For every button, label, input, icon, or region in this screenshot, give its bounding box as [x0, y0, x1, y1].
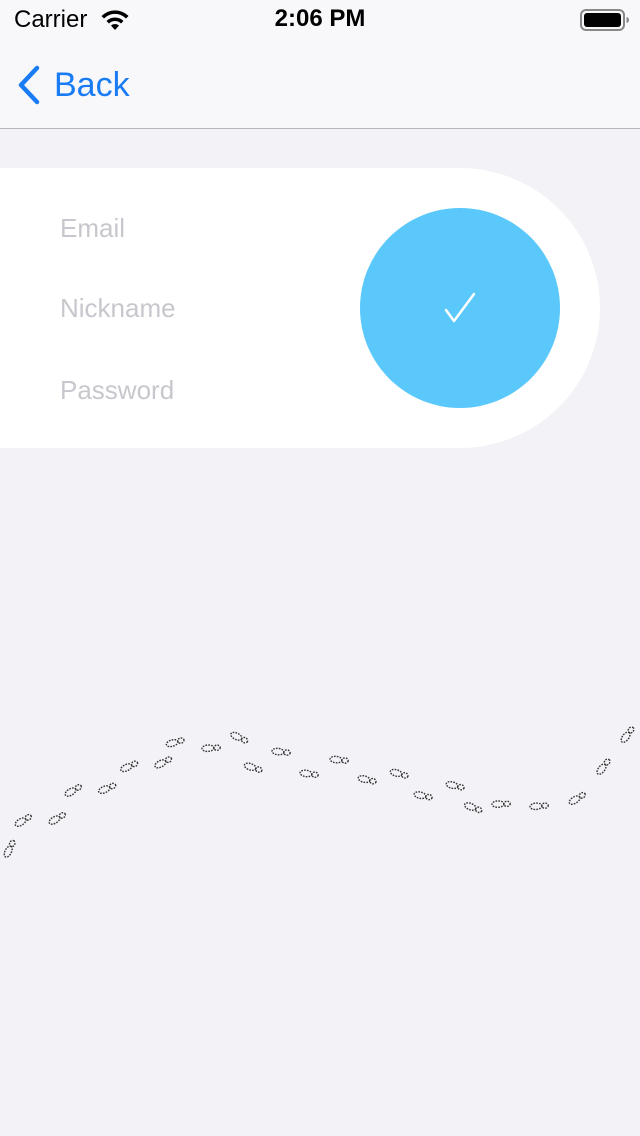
- signup-form-card: [0, 168, 600, 448]
- footprint: [596, 758, 611, 775]
- chevron-left-icon: [18, 65, 40, 105]
- status-time: 2:06 PM: [274, 5, 366, 32]
- footprint: [329, 755, 349, 764]
- footprint: [201, 744, 221, 753]
- password-field[interactable]: [60, 365, 340, 415]
- footprint: [463, 802, 483, 814]
- back-button-label: Back: [54, 65, 130, 104]
- footprint: [97, 782, 117, 795]
- footprint: [230, 731, 249, 744]
- email-field[interactable]: [60, 203, 340, 253]
- navigation-bar: Carrier 2:06 PM Back: [0, 0, 640, 129]
- footprint: [568, 791, 586, 806]
- footprint: [243, 762, 263, 773]
- footprint: [445, 780, 465, 791]
- back-button[interactable]: Back: [14, 60, 130, 110]
- footprint: [413, 791, 433, 801]
- footprint: [120, 760, 139, 773]
- footprint: [271, 747, 291, 756]
- footprint: [389, 768, 409, 779]
- footprint: [154, 756, 173, 769]
- footprint: [299, 769, 319, 778]
- footprint: [48, 811, 67, 825]
- footprint: [14, 813, 32, 828]
- footprints-trail-icon: [3, 726, 635, 858]
- nickname-field[interactable]: [60, 283, 340, 333]
- status-bar: Carrier 2:06 PM: [0, 0, 640, 40]
- footprint: [529, 802, 549, 811]
- footprint: [64, 783, 83, 797]
- submit-button[interactable]: [360, 208, 560, 408]
- footprint: [357, 774, 377, 785]
- battery-icon: [580, 9, 629, 31]
- checkmark-icon: [444, 292, 476, 323]
- footprint: [491, 800, 511, 809]
- footprint: [620, 726, 635, 744]
- footprint: [3, 839, 16, 858]
- footprint: [165, 737, 185, 748]
